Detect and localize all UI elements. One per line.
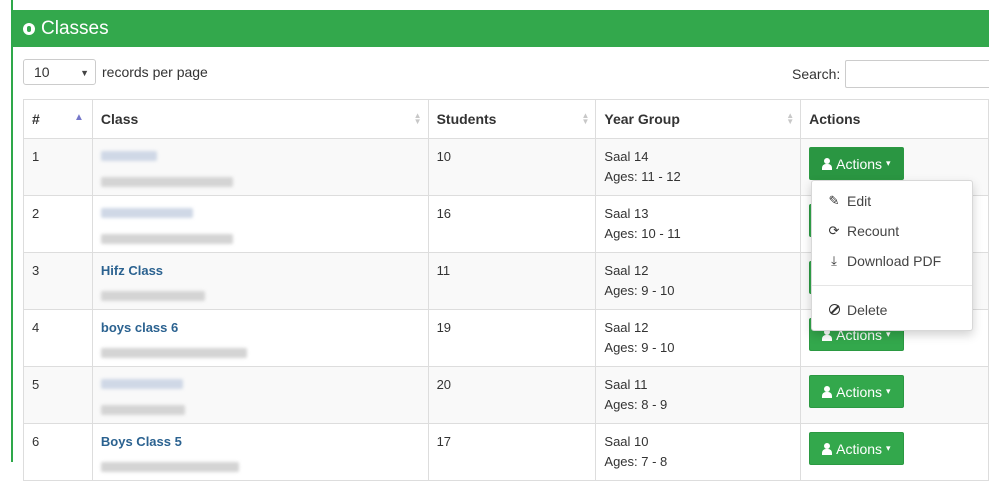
- panel-header: Classes: [13, 10, 989, 47]
- class-cell: [91, 366, 429, 424]
- refresh-icon: ⟳: [828, 223, 840, 238]
- year-group-name: Saal 14: [604, 149, 649, 164]
- year-group-cell: Saal 10 Ages: 7 - 8: [595, 423, 802, 481]
- menu-item-recount[interactable]: ⟳ Recount: [812, 216, 972, 246]
- pencil-icon: ✎: [828, 193, 840, 208]
- students-count: 16: [427, 195, 597, 253]
- year-group-ages: Ages: 11 - 12: [604, 169, 681, 184]
- column-header-actions: Actions: [800, 99, 989, 139]
- chevron-down-icon: ▾: [886, 443, 891, 453]
- class-teachers-redacted: [100, 232, 420, 247]
- class-teachers-redacted: [100, 289, 420, 304]
- page-title: Classes: [41, 17, 109, 39]
- records-per-page-value: 10: [34, 64, 50, 80]
- row-number: 4: [23, 309, 93, 367]
- actions-button[interactable]: Actions▾: [809, 432, 904, 465]
- caret-down-icon: ▼: [80, 68, 89, 78]
- menu-item-edit[interactable]: ✎ Edit: [812, 186, 972, 216]
- records-per-page-select[interactable]: 10 ▼: [23, 59, 96, 85]
- records-per-page-label: records per page: [102, 64, 208, 80]
- class-name-link[interactable]: boys class 6: [101, 320, 420, 340]
- class-cell: Boys Class 5: [91, 423, 429, 481]
- year-group-cell: Saal 13 Ages: 10 - 11: [595, 195, 802, 253]
- actions-cell: Actions▾: [800, 423, 989, 481]
- search-control: Search:: [792, 60, 989, 88]
- year-group-ages: Ages: 10 - 11: [604, 226, 681, 241]
- globe-icon: [23, 22, 35, 35]
- row-number: 1: [23, 138, 93, 196]
- chevron-down-icon: ▾: [886, 386, 891, 396]
- students-count: 11: [427, 252, 597, 310]
- table-row: 5 20 Saal 11 Ages: 8 - 9 Actions ▾: [23, 366, 989, 424]
- year-group-ages: Ages: 9 - 10: [604, 340, 675, 355]
- class-name-redacted[interactable]: [100, 149, 420, 169]
- actions-button[interactable]: Actions▾: [809, 375, 904, 408]
- students-count: 17: [427, 423, 597, 481]
- actions-dropdown-menu: ✎ Edit ⟳ Recount ⤓ Download PDF Delete: [811, 180, 973, 331]
- panel-left-border: [11, 0, 13, 462]
- row-number: 2: [23, 195, 93, 253]
- year-group-cell: Saal 12 Ages: 9 - 10: [595, 309, 802, 367]
- row-number: 6: [23, 423, 93, 481]
- records-per-page-control: 10 ▼ records per page: [23, 59, 208, 85]
- actions-button[interactable]: Actions▾: [809, 147, 904, 180]
- students-count: 10: [427, 138, 597, 196]
- class-name-redacted[interactable]: [100, 377, 420, 397]
- sort-icon: ▲ ▼: [786, 111, 795, 126]
- sort-icon: ▲ ▼: [413, 111, 422, 126]
- class-teachers-redacted: [100, 403, 420, 418]
- class-cell: [91, 195, 429, 253]
- year-group-ages: Ages: 7 - 8: [604, 454, 668, 469]
- download-icon: ⤓: [831, 253, 837, 268]
- actions-cell: Actions▾: [800, 366, 989, 424]
- year-group-ages: Ages: 8 - 9: [604, 397, 668, 412]
- students-count: 19: [427, 309, 597, 367]
- year-group-name: Saal 12: [604, 320, 649, 335]
- year-group-cell: Saal 14 Ages: 11 - 12: [595, 138, 802, 196]
- class-name-redacted[interactable]: [100, 206, 420, 226]
- table-row: 6 Boys Class 5 17 Saal 10 Ages: 7 - 8 Ac…: [23, 423, 989, 481]
- column-header-year-group[interactable]: Year Group ▲ ▼: [595, 99, 802, 139]
- year-group-cell: Saal 11 Ages: 8 - 9: [595, 366, 802, 424]
- ban-icon: [827, 303, 841, 318]
- menu-divider: [812, 285, 972, 286]
- column-header-class[interactable]: Class ▲ ▼: [91, 99, 429, 139]
- class-cell: Hifz Class: [91, 252, 429, 310]
- year-group-name: Saal 13: [604, 206, 649, 221]
- class-cell: [91, 138, 429, 196]
- sort-icon: ▲ ▼: [581, 111, 590, 126]
- user-icon: [822, 157, 833, 170]
- user-icon: [822, 385, 833, 398]
- sort-asc-icon: ▲: [74, 112, 84, 123]
- year-group-cell: Saal 12 Ages: 9 - 10: [595, 252, 802, 310]
- search-input[interactable]: [845, 60, 989, 88]
- menu-item-download-pdf[interactable]: ⤓ Download PDF: [812, 246, 972, 276]
- year-group-name: Saal 11: [604, 377, 648, 392]
- search-label: Search:: [792, 66, 841, 82]
- row-number: 5: [23, 366, 93, 424]
- class-cell: boys class 6: [91, 309, 429, 367]
- year-group-ages: Ages: 9 - 10: [604, 283, 675, 298]
- class-teachers-redacted: [100, 175, 420, 190]
- user-icon: [822, 442, 833, 455]
- column-header-number[interactable]: # ▲: [23, 99, 93, 139]
- class-teachers-redacted: [100, 346, 420, 361]
- year-group-name: Saal 12: [604, 263, 649, 278]
- menu-item-delete[interactable]: Delete: [812, 295, 972, 325]
- year-group-name: Saal 10: [604, 434, 649, 449]
- row-number: 3: [23, 252, 93, 310]
- class-teachers-redacted: [100, 460, 420, 475]
- class-name-link[interactable]: Boys Class 5: [101, 434, 420, 454]
- chevron-down-icon: ▾: [886, 158, 891, 168]
- column-header-students[interactable]: Students ▲ ▼: [427, 99, 597, 139]
- students-count: 20: [427, 366, 597, 424]
- class-name-link[interactable]: Hifz Class: [101, 263, 420, 283]
